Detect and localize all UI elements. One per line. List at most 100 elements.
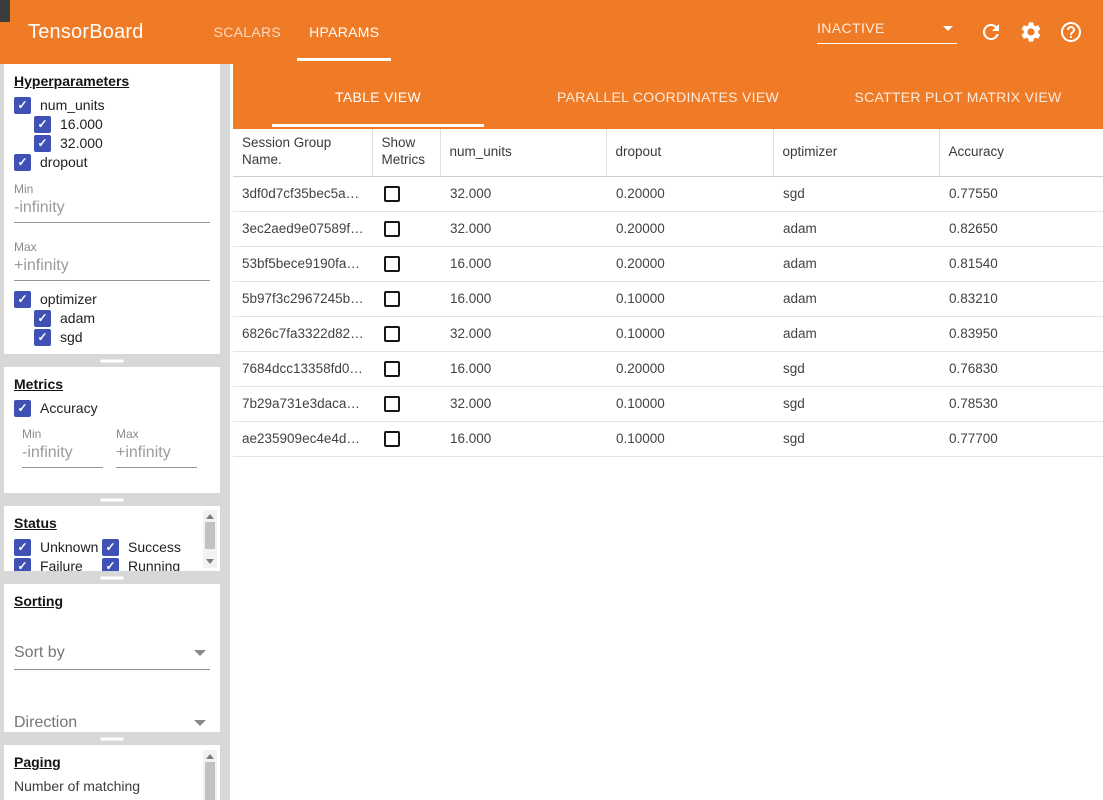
app-title: TensorBoard xyxy=(28,21,144,44)
sgd-checkbox[interactable] xyxy=(34,329,51,346)
show-metrics-cell xyxy=(372,316,440,351)
dropout-value: 0.10000 xyxy=(606,281,773,316)
accuracy-range-fields: Min -infinity Max +infinity xyxy=(14,427,210,468)
table-row: 6826c7fa3322d82… 32.000 0.10000 adam 0.8… xyxy=(233,316,1103,351)
num-units-value: 32.000 xyxy=(440,176,606,211)
success-checkbox[interactable] xyxy=(102,539,119,556)
tab-table-view[interactable]: TABLE VIEW xyxy=(233,64,523,129)
optimizer-checkbox[interactable] xyxy=(14,291,31,308)
accuracy-max-field: Max +infinity xyxy=(116,427,197,468)
dropout-max-label: Max xyxy=(14,240,210,254)
run-status-dropdown[interactable]: INACTIVE xyxy=(817,20,957,44)
num-units-value: 16.000 xyxy=(440,421,606,456)
session-group-name: 7b29a731e3daca… xyxy=(233,386,372,421)
hyperparameters-panel: Hyperparameters num_units 16.000 32.000 … xyxy=(4,64,220,354)
dropout-label: dropout xyxy=(40,154,87,170)
checkbox-row-optimizer: optimizer xyxy=(14,290,210,308)
toolbar-spacer xyxy=(393,0,817,64)
sorting-heading: Sorting xyxy=(14,593,210,609)
table-row: 5b97f3c2967245b… 16.000 0.10000 adam 0.8… xyxy=(233,281,1103,316)
tab-hparams[interactable]: HPARAMS xyxy=(295,0,393,64)
gear-icon[interactable] xyxy=(1019,20,1043,44)
resize-handle[interactable] xyxy=(101,737,124,740)
table-row: 7684dcc13358fd0… 16.000 0.20000 sgd 0.76… xyxy=(233,351,1103,386)
num-units-32-checkbox[interactable] xyxy=(34,135,51,152)
session-group-name: 53bf5bece9190fa… xyxy=(233,246,372,281)
accuracy-max-input[interactable]: +infinity xyxy=(116,444,197,468)
accuracy-min-label: Min xyxy=(22,427,103,441)
num-units-value: 32.000 xyxy=(440,211,606,246)
failure-checkbox[interactable] xyxy=(14,558,31,572)
session-group-name: 5b97f3c2967245b… xyxy=(233,281,372,316)
column-header-show-metrics: Show Metrics xyxy=(372,129,440,176)
dropout-checkbox[interactable] xyxy=(14,154,31,171)
show-metrics-checkbox[interactable] xyxy=(384,431,400,447)
help-icon[interactable] xyxy=(1059,20,1083,44)
checkbox-row-num-units-32: 32.000 xyxy=(34,134,210,152)
unknown-checkbox[interactable] xyxy=(14,539,31,556)
show-metrics-checkbox[interactable] xyxy=(384,221,400,237)
paging-scrollbar[interactable] xyxy=(203,750,217,800)
show-metrics-cell xyxy=(372,281,440,316)
hparams-sidebar: Hyperparameters num_units 16.000 32.000 … xyxy=(0,64,230,800)
checkbox-row-accuracy: Accuracy xyxy=(14,399,210,417)
accuracy-value: 0.81540 xyxy=(939,246,1103,281)
run-status-value: INACTIVE xyxy=(817,20,885,36)
sort-by-dropdown[interactable]: Sort by xyxy=(14,640,210,670)
resize-handle[interactable] xyxy=(101,498,124,501)
sgd-label: sgd xyxy=(60,329,83,345)
checkbox-row-adam: adam xyxy=(34,309,210,327)
column-header-accuracy: Accuracy xyxy=(939,129,1103,176)
num-units-checkbox[interactable] xyxy=(14,97,31,114)
scrollbar-thumb[interactable] xyxy=(205,522,215,549)
session-group-name: 6826c7fa3322d82… xyxy=(233,316,372,351)
scroll-up-icon[interactable] xyxy=(206,754,214,759)
refresh-icon[interactable] xyxy=(979,20,1003,44)
table-row: 53bf5bece9190fa… 16.000 0.20000 adam 0.8… xyxy=(233,246,1103,281)
failure-label: Failure xyxy=(40,558,83,571)
show-metrics-checkbox[interactable] xyxy=(384,256,400,272)
running-checkbox[interactable] xyxy=(102,558,119,572)
paging-panel: Paging Number of matching session groups… xyxy=(4,745,220,800)
tab-parallel-coordinates-view[interactable]: PARALLEL COORDINATES VIEW xyxy=(523,64,813,129)
column-header-session-group-name: Session Group Name. xyxy=(233,129,372,176)
show-metrics-cell xyxy=(372,421,440,456)
status-heading: Status xyxy=(14,515,210,531)
direction-dropdown[interactable]: Direction xyxy=(14,710,210,732)
metrics-panel: Metrics Accuracy Min -infinity Max +infi… xyxy=(4,367,220,493)
dropout-value: 0.10000 xyxy=(606,386,773,421)
resize-handle[interactable] xyxy=(101,576,124,579)
direction-value: Direction xyxy=(14,714,77,732)
session-group-name: 3df0d7cf35bec5a… xyxy=(233,176,372,211)
show-metrics-checkbox[interactable] xyxy=(384,291,400,307)
panel-divider xyxy=(4,493,220,506)
tab-scalars[interactable]: SCALARS xyxy=(200,0,295,64)
num-units-value: 16.000 xyxy=(440,281,606,316)
num-units-value: 32.000 xyxy=(440,386,606,421)
optimizer-value: adam xyxy=(773,316,939,351)
accuracy-min-input[interactable]: -infinity xyxy=(22,444,103,468)
dropout-min-input[interactable]: -infinity xyxy=(14,199,210,223)
column-header-optimizer: optimizer xyxy=(773,129,939,176)
optimizer-value: adam xyxy=(773,246,939,281)
show-metrics-checkbox[interactable] xyxy=(384,396,400,412)
adam-checkbox[interactable] xyxy=(34,310,51,327)
panel-divider xyxy=(4,354,220,367)
hparams-main: TABLE VIEW PARALLEL COORDINATES VIEW SCA… xyxy=(230,64,1103,800)
resize-handle[interactable] xyxy=(101,359,124,362)
accuracy-checkbox[interactable] xyxy=(14,400,31,417)
show-metrics-checkbox[interactable] xyxy=(384,326,400,342)
num-units-16-checkbox[interactable] xyxy=(34,116,51,133)
dropout-min-field: Min -infinity xyxy=(14,182,210,223)
dropout-max-input[interactable]: +infinity xyxy=(14,257,210,281)
column-header-dropout: dropout xyxy=(606,129,773,176)
scrollbar-thumb[interactable] xyxy=(205,762,215,800)
tab-scatter-plot-matrix-view[interactable]: SCATTER PLOT MATRIX VIEW xyxy=(813,64,1103,129)
scroll-up-icon[interactable] xyxy=(206,514,214,519)
show-metrics-checkbox[interactable] xyxy=(384,186,400,202)
show-metrics-checkbox[interactable] xyxy=(384,361,400,377)
sorting-panel: Sorting Sort by Direction xyxy=(4,584,220,732)
status-scrollbar[interactable] xyxy=(203,510,217,568)
dropout-value: 0.20000 xyxy=(606,351,773,386)
scroll-down-icon[interactable] xyxy=(206,559,214,564)
